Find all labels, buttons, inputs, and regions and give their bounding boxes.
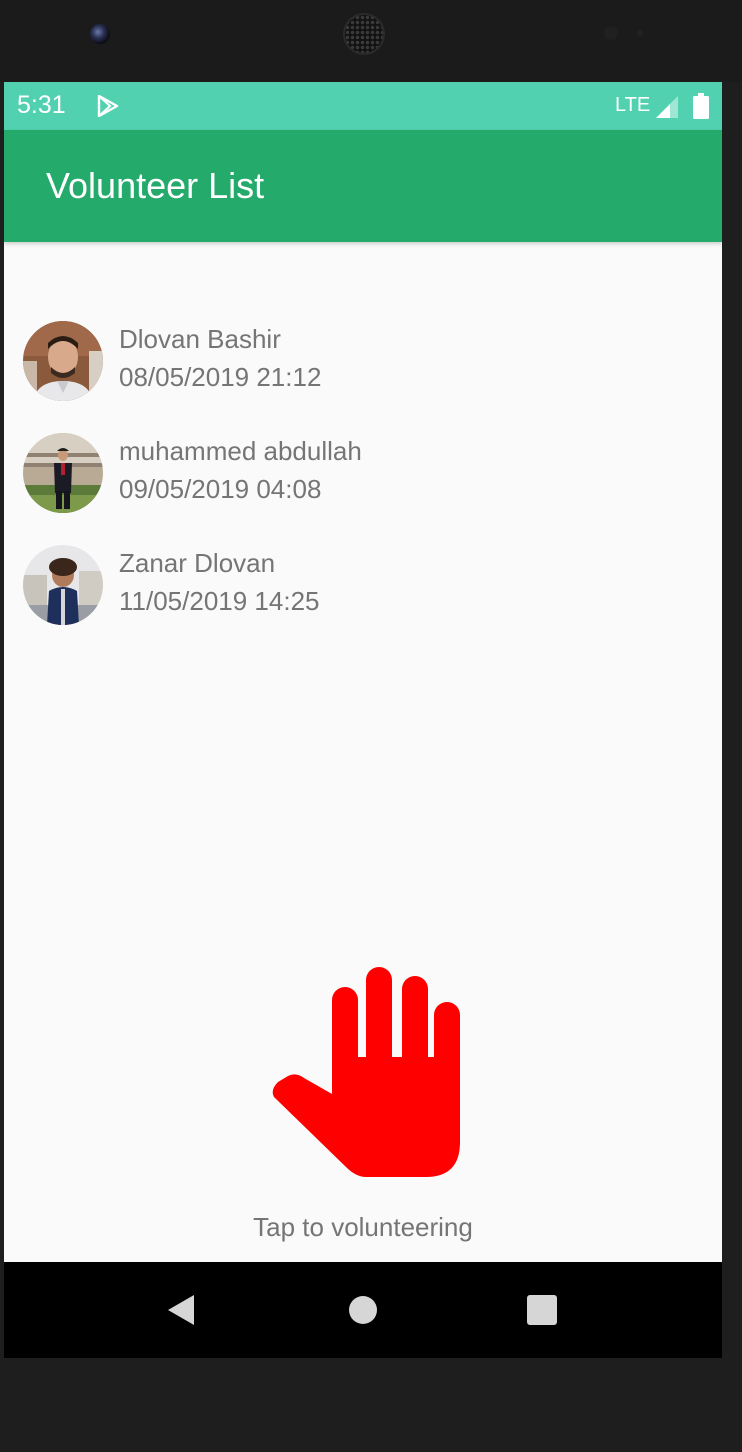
proximity-sensor xyxy=(604,26,618,40)
volunteer-name: Zanar Dlovan xyxy=(119,548,276,578)
signal-icon xyxy=(656,96,678,118)
avatar xyxy=(23,321,103,401)
back-icon[interactable] xyxy=(164,1292,200,1328)
app-bar: Volunteer List xyxy=(4,130,722,242)
volunteer-datetime: 08/05/2019 21:12 xyxy=(119,362,322,392)
tap-to-volunteer-label: Tap to volunteering xyxy=(253,1212,473,1242)
battery-icon xyxy=(693,93,709,119)
list-item[interactable]: Zanar Dlovan 11/05/2019 14:25 xyxy=(4,536,722,636)
volunteer-name: muhammed abdullah xyxy=(119,436,362,466)
navigation-bar xyxy=(4,1262,722,1358)
status-bar: 5:31 LTE xyxy=(4,82,722,130)
volunteer-datetime: 09/05/2019 04:08 xyxy=(119,474,322,504)
device-frame: 5:31 LTE Volunteer List Dlovan Bashir 08… xyxy=(0,0,742,1452)
list-item[interactable]: muhammed abdullah 09/05/2019 04:08 xyxy=(4,424,722,524)
volunteer-datetime: 11/05/2019 14:25 xyxy=(119,586,320,616)
page-title: Volunteer List xyxy=(46,165,265,206)
light-sensor xyxy=(637,30,643,36)
volunteer-name: Dlovan Bashir xyxy=(119,324,281,354)
play-store-icon xyxy=(97,95,119,117)
hand-icon xyxy=(272,967,460,1177)
phone-screen: 5:31 LTE Volunteer List Dlovan Bashir 08… xyxy=(4,82,722,1358)
avatar xyxy=(23,545,103,625)
recent-apps-icon[interactable] xyxy=(524,1292,560,1328)
device-top-bezel xyxy=(0,0,742,82)
home-icon[interactable] xyxy=(345,1292,381,1328)
avatar xyxy=(23,433,103,513)
network-type: LTE xyxy=(615,94,651,116)
earpiece-speaker xyxy=(345,15,383,53)
list-item[interactable]: Dlovan Bashir 08/05/2019 21:12 xyxy=(4,312,722,412)
volunteer-hand-button[interactable] xyxy=(266,962,466,1182)
front-camera xyxy=(90,24,110,44)
status-time: 5:31 xyxy=(17,91,66,119)
